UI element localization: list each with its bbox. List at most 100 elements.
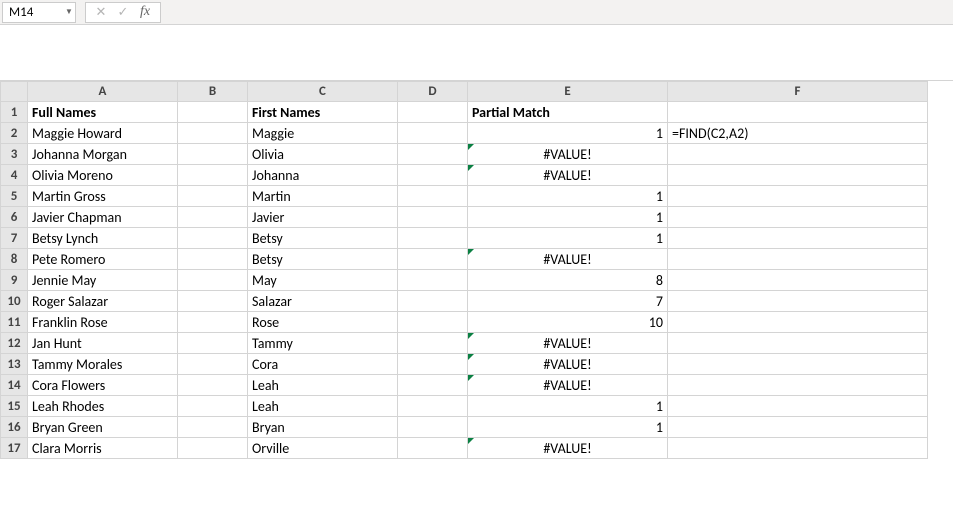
row-header-5[interactable]: 5 — [1, 186, 28, 207]
cell-F3[interactable] — [668, 144, 928, 165]
name-box-container[interactable]: ▼ — [2, 2, 76, 23]
cell-E13[interactable]: #VALUE! — [468, 354, 668, 375]
row-header-3[interactable]: 3 — [1, 144, 28, 165]
cell-A15[interactable]: Leah Rhodes — [28, 396, 178, 417]
cell-B16[interactable] — [178, 417, 248, 438]
cell-D15[interactable] — [398, 396, 468, 417]
cell-A11[interactable]: Franklin Rose — [28, 312, 178, 333]
cell-C4[interactable]: Johanna — [248, 165, 398, 186]
cell-C9[interactable]: May — [248, 270, 398, 291]
cell-A17[interactable]: Clara Morris — [28, 438, 178, 459]
row-header-11[interactable]: 11 — [1, 312, 28, 333]
row-header-8[interactable]: 8 — [1, 249, 28, 270]
cell-B6[interactable] — [178, 207, 248, 228]
cell-A13[interactable]: Tammy Morales — [28, 354, 178, 375]
cell-B4[interactable] — [178, 165, 248, 186]
cell-F16[interactable] — [668, 417, 928, 438]
cell-D12[interactable] — [398, 333, 468, 354]
row-header-6[interactable]: 6 — [1, 207, 28, 228]
cell-D17[interactable] — [398, 438, 468, 459]
cell-D10[interactable] — [398, 291, 468, 312]
row-header-4[interactable]: 4 — [1, 165, 28, 186]
cell-B3[interactable] — [178, 144, 248, 165]
cell-D4[interactable] — [398, 165, 468, 186]
cell-B1[interactable] — [178, 102, 248, 123]
cell-E2[interactable]: 1 — [468, 123, 668, 144]
cell-C8[interactable]: Betsy — [248, 249, 398, 270]
fx-icon[interactable]: fx — [134, 3, 156, 22]
cell-A12[interactable]: Jan Hunt — [28, 333, 178, 354]
cell-B9[interactable] — [178, 270, 248, 291]
cell-C2[interactable]: Maggie — [248, 123, 398, 144]
cell-E3[interactable]: #VALUE! — [468, 144, 668, 165]
cell-C1[interactable]: First Names — [248, 102, 398, 123]
row-header-1[interactable]: 1 — [1, 102, 28, 123]
cell-E4[interactable]: #VALUE! — [468, 165, 668, 186]
cell-F15[interactable] — [668, 396, 928, 417]
cell-F5[interactable] — [668, 186, 928, 207]
cell-E6[interactable]: 1 — [468, 207, 668, 228]
cell-B10[interactable] — [178, 291, 248, 312]
row-header-14[interactable]: 14 — [1, 375, 28, 396]
cell-E11[interactable]: 10 — [468, 312, 668, 333]
row-header-7[interactable]: 7 — [1, 228, 28, 249]
cell-E5[interactable]: 1 — [468, 186, 668, 207]
col-header-E[interactable]: E — [468, 82, 668, 102]
row-header-17[interactable]: 17 — [1, 438, 28, 459]
cell-F11[interactable] — [668, 312, 928, 333]
cell-D9[interactable] — [398, 270, 468, 291]
cell-F12[interactable] — [668, 333, 928, 354]
cell-D11[interactable] — [398, 312, 468, 333]
cell-E17[interactable]: #VALUE! — [468, 438, 668, 459]
row-header-12[interactable]: 12 — [1, 333, 28, 354]
cell-E16[interactable]: 1 — [468, 417, 668, 438]
cell-D14[interactable] — [398, 375, 468, 396]
cell-B11[interactable] — [178, 312, 248, 333]
name-box-dropdown-icon[interactable]: ▼ — [63, 7, 75, 17]
cell-F8[interactable] — [668, 249, 928, 270]
cell-C16[interactable]: Bryan — [248, 417, 398, 438]
row-header-10[interactable]: 10 — [1, 291, 28, 312]
cell-F14[interactable] — [668, 375, 928, 396]
cell-B14[interactable] — [178, 375, 248, 396]
cell-C10[interactable]: Salazar — [248, 291, 398, 312]
cell-F4[interactable] — [668, 165, 928, 186]
cell-D6[interactable] — [398, 207, 468, 228]
cell-D1[interactable] — [398, 102, 468, 123]
cell-A1[interactable]: Full Names — [28, 102, 178, 123]
cell-C5[interactable]: Martin — [248, 186, 398, 207]
cell-C15[interactable]: Leah — [248, 396, 398, 417]
cell-D3[interactable] — [398, 144, 468, 165]
row-header-13[interactable]: 13 — [1, 354, 28, 375]
row-header-16[interactable]: 16 — [1, 417, 28, 438]
cell-E14[interactable]: #VALUE! — [468, 375, 668, 396]
annotation-formula-cell[interactable]: =FIND(C2,A2) — [668, 123, 928, 144]
cell-A16[interactable]: Bryan Green — [28, 417, 178, 438]
cell-C11[interactable]: Rose — [248, 312, 398, 333]
cell-E15[interactable]: 1 — [468, 396, 668, 417]
col-header-D[interactable]: D — [398, 82, 468, 102]
cell-E8[interactable]: #VALUE! — [468, 249, 668, 270]
col-header-A[interactable]: A — [28, 82, 178, 102]
cell-A14[interactable]: Cora Flowers — [28, 375, 178, 396]
cell-E12[interactable]: #VALUE! — [468, 333, 668, 354]
cell-B13[interactable] — [178, 354, 248, 375]
cell-B7[interactable] — [178, 228, 248, 249]
cell-B2[interactable] — [178, 123, 248, 144]
row-header-15[interactable]: 15 — [1, 396, 28, 417]
cell-E9[interactable]: 8 — [468, 270, 668, 291]
cell-C13[interactable]: Cora — [248, 354, 398, 375]
cancel-icon[interactable]: ✕ — [90, 3, 112, 22]
cell-A6[interactable]: Javier Chapman — [28, 207, 178, 228]
cell-F13[interactable] — [668, 354, 928, 375]
cell-C7[interactable]: Betsy — [248, 228, 398, 249]
cell-E1[interactable]: Partial Match — [468, 102, 668, 123]
cell-F7[interactable] — [668, 228, 928, 249]
col-header-C[interactable]: C — [248, 82, 398, 102]
cell-C14[interactable]: Leah — [248, 375, 398, 396]
cell-F6[interactable] — [668, 207, 928, 228]
cell-D7[interactable] — [398, 228, 468, 249]
formula-input[interactable] — [165, 2, 953, 23]
cell-E10[interactable]: 7 — [468, 291, 668, 312]
cell-B5[interactable] — [178, 186, 248, 207]
